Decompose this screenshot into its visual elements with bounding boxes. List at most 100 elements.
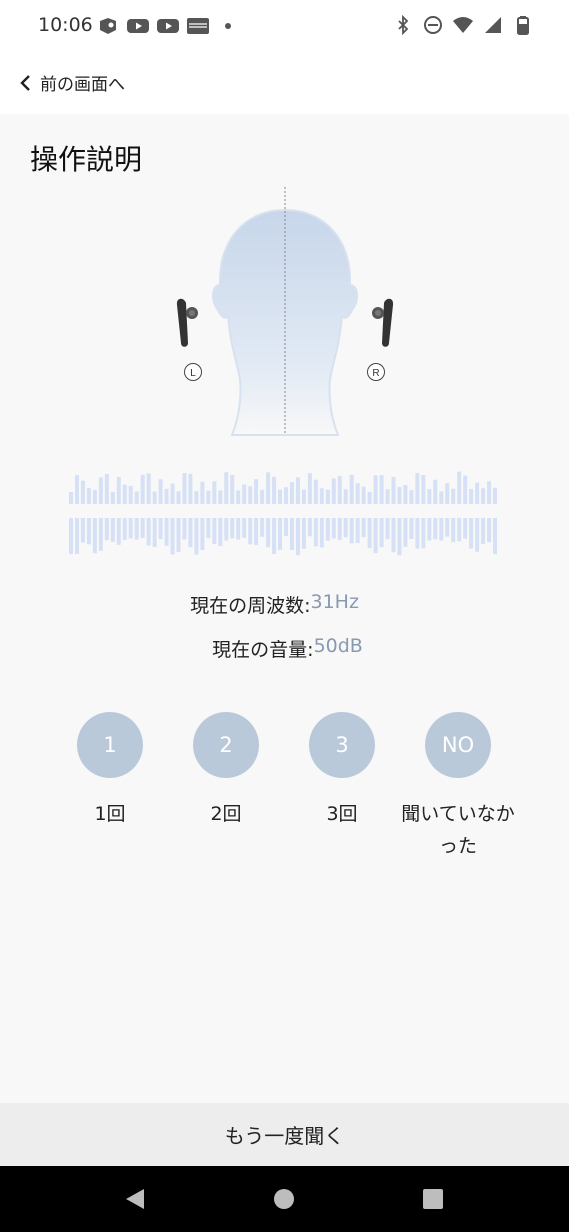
waveform-bar-top bbox=[116, 476, 121, 504]
waveform-bar-top bbox=[266, 472, 271, 504]
app-header: 前の画面へ bbox=[0, 52, 569, 114]
chevron-left-icon bbox=[20, 74, 30, 91]
waveform-bar-bottom bbox=[457, 518, 462, 542]
waveform-bar-bottom bbox=[146, 518, 151, 546]
waveform-bar-top bbox=[242, 484, 247, 504]
waveform-bar-bottom bbox=[74, 518, 79, 554]
waveform-bar-top bbox=[188, 473, 193, 504]
waveform-bar-top bbox=[403, 485, 408, 504]
waveform-bar-top bbox=[278, 489, 283, 504]
waveform-bar-top bbox=[355, 483, 360, 504]
waveform-bar-bottom bbox=[295, 518, 300, 556]
waveform-bar-bottom bbox=[254, 518, 259, 545]
frequency-value: 31Hz bbox=[310, 591, 359, 613]
waveform-bar-bottom bbox=[469, 518, 474, 549]
waveform-bar-bottom bbox=[170, 518, 175, 555]
waveform-bar-top bbox=[337, 475, 342, 504]
frequency-label: 現在の周波数: bbox=[190, 595, 311, 617]
waveform-bar-bottom bbox=[69, 518, 73, 555]
waveform-bar-bottom bbox=[349, 518, 354, 544]
waveform-bar-top bbox=[451, 488, 456, 504]
waveform-bar-bottom bbox=[433, 518, 438, 540]
waveform-bar-bottom bbox=[331, 518, 336, 539]
waveform-bar-top bbox=[152, 491, 157, 504]
waveform-bar-bottom bbox=[272, 518, 277, 555]
waveform-bar-bottom bbox=[385, 518, 390, 540]
answer-twice-button[interactable]: 2 2回 bbox=[161, 712, 291, 830]
nav-back-icon[interactable] bbox=[122, 1186, 148, 1212]
waveform-bar-bottom bbox=[319, 518, 324, 548]
waveform-bar-top bbox=[230, 474, 235, 504]
waveform-bar-bottom bbox=[361, 518, 366, 538]
waveform-bar-top bbox=[409, 490, 414, 504]
waveform-bar-bottom bbox=[451, 518, 456, 543]
waveform-bar-bottom bbox=[158, 518, 163, 540]
waveform-bar-top bbox=[379, 475, 384, 504]
waveform-bar-bottom bbox=[92, 518, 97, 554]
waveform-bar-bottom bbox=[403, 518, 408, 547]
answer-circle: NO bbox=[425, 712, 491, 778]
waveform-bar-top bbox=[463, 475, 468, 504]
nav-recents-icon[interactable] bbox=[420, 1186, 446, 1212]
waveform-bar-bottom bbox=[176, 518, 181, 553]
youtube-icon bbox=[157, 19, 179, 33]
waveform-bar-top bbox=[307, 473, 312, 504]
waveform-bar-top bbox=[224, 472, 229, 504]
waveform-bar-top bbox=[469, 488, 474, 504]
waveform-bar-bottom bbox=[164, 518, 169, 546]
waveform-bar-bottom bbox=[415, 518, 420, 549]
waveform-bar-bottom bbox=[325, 518, 330, 541]
waveform-bar-bottom bbox=[110, 518, 115, 543]
replay-button[interactable]: もう一度聞く bbox=[0, 1103, 569, 1166]
waveform-bar-top bbox=[218, 490, 223, 504]
waveform-bar-top bbox=[397, 487, 402, 504]
answer-three-times-button[interactable]: 3 3回 bbox=[277, 712, 407, 830]
waveform-bar-bottom bbox=[200, 518, 205, 551]
waveform-bar-bottom bbox=[301, 518, 306, 549]
waveform-bar-top bbox=[313, 479, 318, 504]
waveform-bar-top bbox=[74, 475, 79, 504]
back-button[interactable]: 前の画面へ bbox=[18, 70, 125, 95]
answer-label: 1回 bbox=[94, 803, 126, 825]
left-marker-label: L bbox=[190, 368, 196, 379]
sound-waveform bbox=[69, 471, 498, 556]
answer-label: 3回 bbox=[326, 803, 358, 825]
waveform-bar-top bbox=[236, 490, 241, 504]
waveform-bar-bottom bbox=[343, 518, 348, 538]
waveform-bar-bottom bbox=[224, 518, 229, 541]
waveform-bar-top bbox=[254, 479, 259, 504]
waveform-bar-bottom bbox=[122, 518, 127, 540]
waveform-bar-bottom bbox=[242, 518, 247, 538]
waveform-bar-bottom bbox=[337, 518, 342, 540]
waveform-bar-top bbox=[361, 486, 366, 504]
waveform-bar-bottom bbox=[248, 518, 253, 545]
app-image-icon bbox=[187, 18, 209, 34]
answer-once-button[interactable]: 1 1回 bbox=[45, 712, 175, 830]
waveform-bar-top bbox=[128, 485, 133, 504]
waveform-bar-top bbox=[69, 492, 73, 504]
waveform-bar-top bbox=[260, 489, 265, 504]
do-not-disturb-icon bbox=[424, 16, 442, 34]
waveform-bar-top bbox=[110, 491, 115, 504]
waveform-bar-top bbox=[427, 489, 432, 504]
waveform-bar-bottom bbox=[421, 518, 426, 549]
waveform-bar-top bbox=[206, 490, 211, 504]
nav-home-icon[interactable] bbox=[271, 1186, 297, 1212]
waveform-bar-bottom bbox=[463, 518, 468, 539]
waveform-bar-top bbox=[164, 488, 169, 504]
waveform-bar-top bbox=[289, 482, 294, 504]
waveform-bar-bottom bbox=[260, 518, 265, 537]
waveform-bar-top bbox=[176, 491, 181, 504]
more-dot-icon bbox=[225, 23, 231, 29]
waveform-bar-top bbox=[295, 477, 300, 504]
system-icons bbox=[393, 15, 533, 35]
waveform-bar-top bbox=[284, 487, 288, 504]
waveform-bar-bottom bbox=[80, 518, 85, 543]
waveform-bar-bottom bbox=[206, 518, 211, 539]
waveform-bar-top bbox=[301, 489, 306, 504]
answer-circle: 1 bbox=[77, 712, 143, 778]
waveform-bar-top bbox=[349, 474, 354, 504]
waveform-bar-bottom bbox=[218, 518, 223, 547]
answer-not-heard-button[interactable]: NO 聞いていなかった bbox=[393, 712, 523, 862]
waveform-bar-top bbox=[475, 482, 480, 504]
